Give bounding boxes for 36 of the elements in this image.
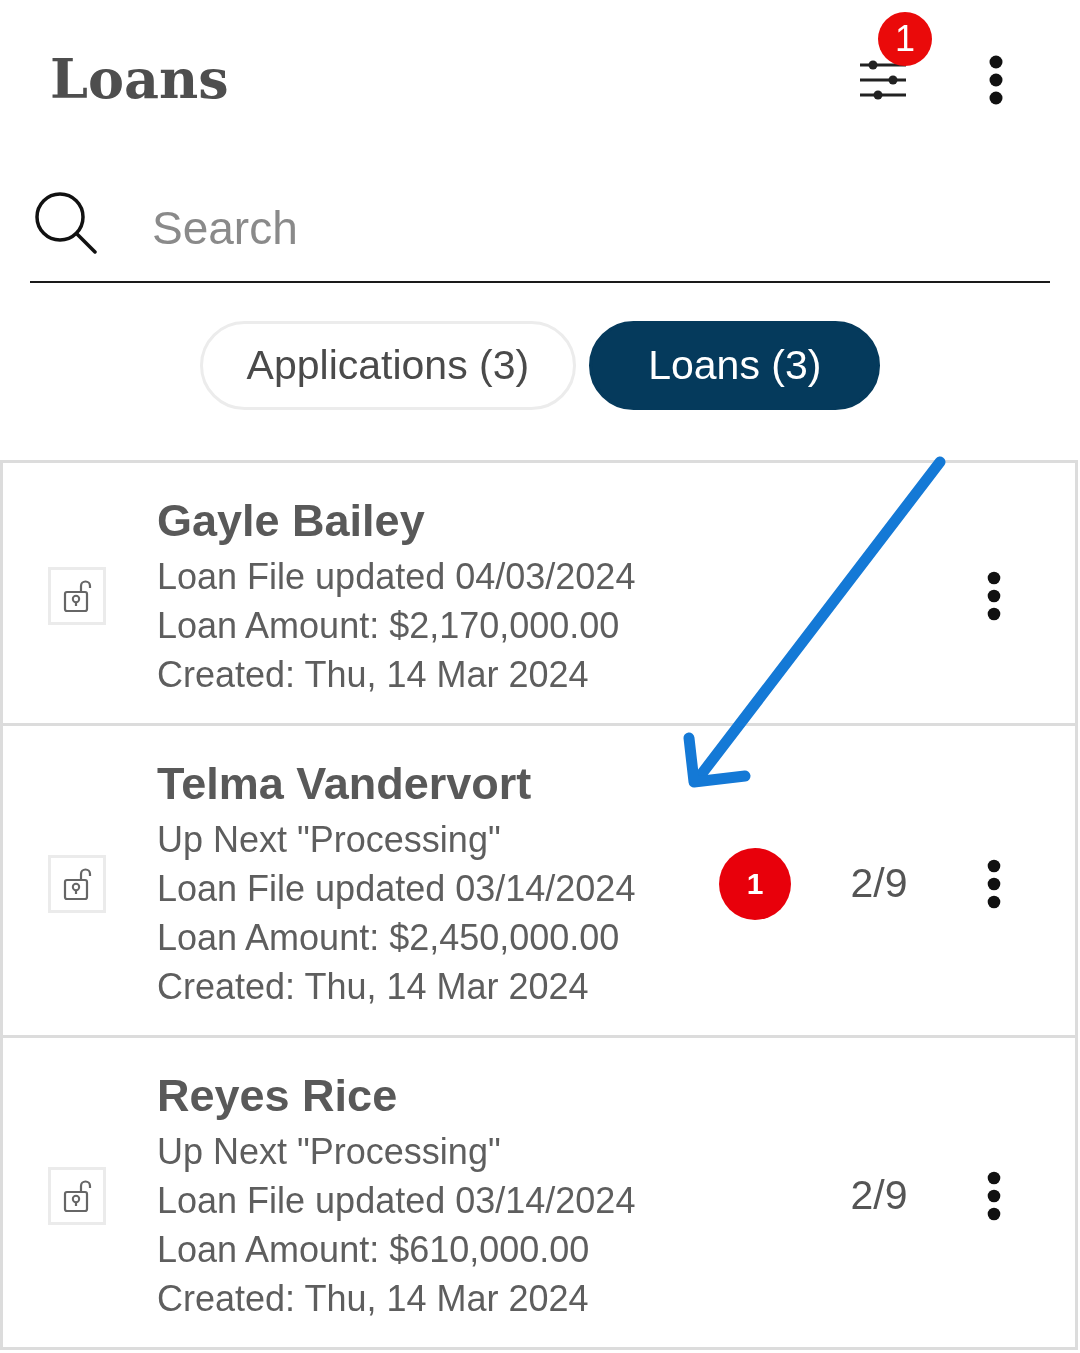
filter-tab[interactable]: Applications (3) <box>199 321 577 410</box>
loan-detail-text: Created: Thu, 14 Mar 2024 <box>157 965 590 1009</box>
loan-detail-text: Loan Amount: $2,450,000.00 <box>157 916 621 960</box>
borrower-name: Reyes Rice <box>157 1069 399 1123</box>
loan-detail-text: Loan Amount: $610,000.00 <box>157 1228 591 1272</box>
loan-detail-text: Loan File updated 03/14/2024 <box>157 1179 637 1223</box>
unlocked-padlock-icon <box>48 567 106 625</box>
more-vertical-icon <box>987 1170 1001 1221</box>
progress-count: 2/9 <box>850 860 908 906</box>
loan-detail-text: Loan Amount: $2,170,000.00 <box>157 604 621 648</box>
borrower-name: Gayle Bailey <box>157 494 426 548</box>
more-options-button[interactable] <box>987 1170 1001 1221</box>
more-vertical-icon <box>987 571 1001 621</box>
unlocked-padlock-icon <box>48 1166 106 1225</box>
filter-button[interactable] <box>860 60 906 100</box>
more-options-button[interactable] <box>987 571 1001 621</box>
loan-detail-text: Created: Thu, 14 Mar 2024 <box>157 653 590 697</box>
filter-icon <box>860 60 906 100</box>
loan-detail-text: Loan File updated 03/14/2024 <box>157 867 637 911</box>
loan-detail-text: Created: Thu, 14 Mar 2024 <box>157 1277 590 1321</box>
filter-tab[interactable]: Loans (3) <box>589 321 881 410</box>
notification-badge: 1 <box>719 847 791 920</box>
loan-detail-text: Up Next "Processing" <box>157 1130 502 1174</box>
progress-count: 2/9 <box>850 1172 908 1218</box>
search-field[interactable]: Search <box>152 175 1050 281</box>
borrower-name: Telma Vandervort <box>157 757 533 811</box>
more-options-button[interactable] <box>989 55 1003 105</box>
more-vertical-icon <box>987 858 1001 909</box>
loan-detail-text: Loan File updated 04/03/2024 <box>157 555 637 599</box>
notification-badge: 1 <box>878 12 932 66</box>
search-icon <box>33 190 97 254</box>
more-vertical-icon <box>989 55 1003 105</box>
loan-detail-text: Up Next "Processing" <box>157 818 502 862</box>
more-options-button[interactable] <box>987 858 1001 909</box>
page-title: Loans <box>50 50 230 110</box>
unlocked-padlock-icon <box>48 854 106 913</box>
